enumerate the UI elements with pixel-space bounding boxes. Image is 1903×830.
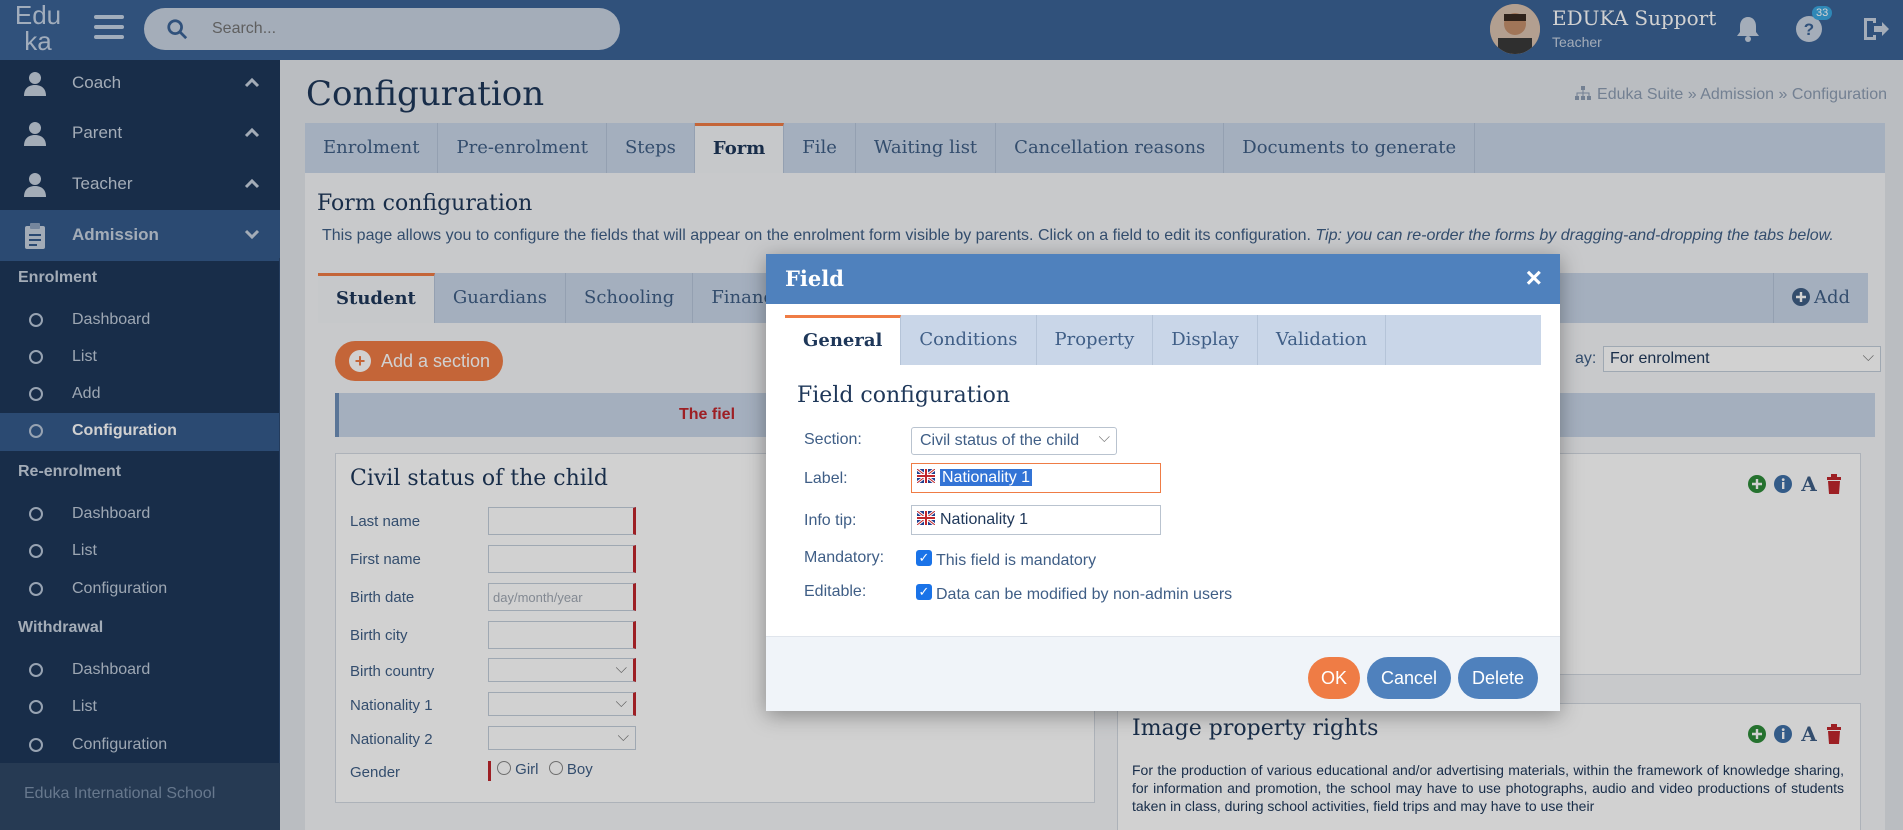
dialog-tabs: General Conditions Property Display Vali… bbox=[785, 315, 1541, 365]
tab-display[interactable]: Display bbox=[1153, 315, 1258, 365]
editable-checkbox[interactable]: ✓ bbox=[916, 584, 932, 600]
delete-button[interactable]: Delete bbox=[1458, 657, 1538, 699]
uk-flag-icon bbox=[917, 469, 935, 483]
label-label: Label: bbox=[804, 470, 848, 487]
tab-property[interactable]: Property bbox=[1037, 315, 1154, 365]
infotip-input-value: Nationality 1 bbox=[940, 511, 1029, 528]
editable-label: Editable: bbox=[804, 583, 867, 600]
section-label: Section: bbox=[804, 431, 862, 448]
infotip-label: Info tip: bbox=[804, 512, 857, 529]
section-select[interactable]: Civil status of the child bbox=[911, 427, 1117, 455]
mandatory-label: Mandatory: bbox=[804, 549, 885, 566]
dialog-footer: OK Cancel Delete bbox=[766, 636, 1560, 711]
mandatory-checkbox[interactable]: ✓ bbox=[916, 550, 932, 566]
field-config-title: Field configuration bbox=[797, 383, 1011, 408]
field-dialog: Field × General Conditions Property Disp… bbox=[766, 254, 1560, 711]
editable-text[interactable]: Data can be modified by non-admin users bbox=[936, 586, 1232, 604]
cancel-button[interactable]: Cancel bbox=[1367, 657, 1451, 699]
label-input-value: Nationality 1 bbox=[940, 469, 1033, 486]
uk-flag-icon bbox=[917, 511, 935, 525]
infotip-input[interactable]: Nationality 1 bbox=[911, 505, 1161, 535]
ok-button[interactable]: OK bbox=[1308, 657, 1360, 699]
dialog-header: Field × bbox=[766, 254, 1560, 304]
tab-conditions[interactable]: Conditions bbox=[901, 315, 1037, 365]
mandatory-text[interactable]: This field is mandatory bbox=[936, 552, 1096, 570]
label-input[interactable]: Nationality 1 bbox=[911, 463, 1161, 493]
dialog-title: Field bbox=[785, 266, 844, 291]
tab-general[interactable]: General bbox=[785, 315, 902, 365]
tab-validation[interactable]: Validation bbox=[1258, 315, 1387, 365]
close-icon[interactable]: × bbox=[1526, 264, 1542, 292]
